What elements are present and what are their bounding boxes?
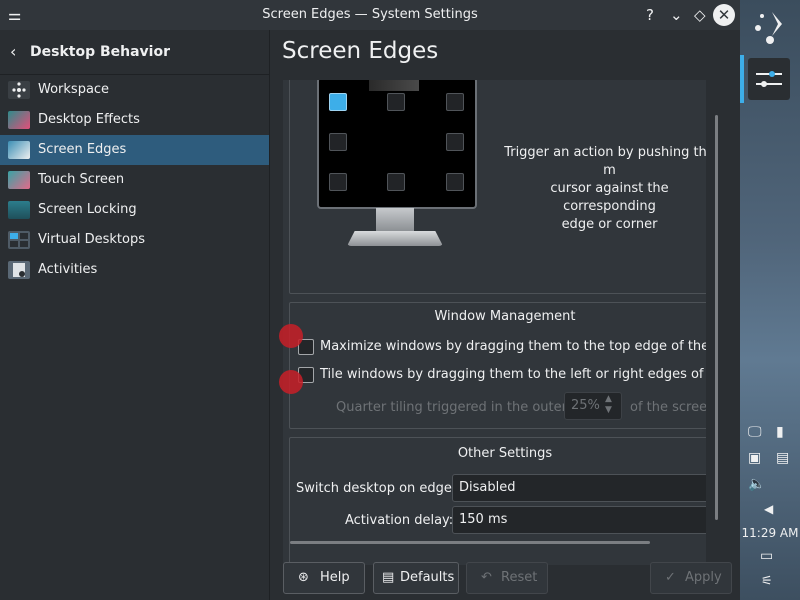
page-title: Screen Edges <box>282 38 439 64</box>
quarter-tiling-spinbox[interactable]: 25% ▲ ▼ <box>564 392 622 420</box>
show-desktop-icon[interactable]: ▭ <box>760 548 773 564</box>
virtual-desktops-icon <box>8 231 30 249</box>
switch-desktop-dropdown[interactable]: Disabled <box>452 474 706 502</box>
edge-top-left[interactable] <box>329 93 347 111</box>
chevron-left-icon: ‹ <box>10 42 17 61</box>
plasma-panel: 🖵 ▮ ▣ ▤ 🔈 ◀ 11:29 AM ▭ ⚟ <box>740 0 800 600</box>
reset-button-label: Reset <box>501 570 538 585</box>
window-management-group: Window Management Maximize windows by dr… <box>289 302 706 429</box>
monitor-neck <box>376 208 414 232</box>
defaults-button[interactable]: ▤ Defaults <box>373 562 459 594</box>
other-settings-title: Other Settings <box>457 446 553 461</box>
sidebar-item-screen-edges[interactable]: Screen Edges <box>0 135 269 165</box>
activation-delay-spinbox[interactable]: 150 ms <box>452 506 706 534</box>
sidebar-item-screen-locking[interactable]: Screen Locking <box>0 195 269 225</box>
workspace-icon <box>8 81 30 99</box>
apply-button-label: Apply <box>685 570 722 585</box>
sidebar-item-label: Desktop Effects <box>38 112 140 127</box>
sidebar-item-label: Workspace <box>38 82 110 97</box>
touch-screen-icon <box>8 171 30 189</box>
keep-above-icon[interactable]: ◇ <box>694 6 706 24</box>
system-settings-task[interactable] <box>748 58 790 100</box>
horizontal-scrollbar[interactable] <box>290 541 650 544</box>
display-config-icon[interactable]: 🖵 <box>748 424 762 440</box>
help-lifebuoy-icon: ⊛ <box>298 570 309 585</box>
sidebar-category-title: Desktop Behavior <box>30 44 170 60</box>
title-bar: ⚌ Screen Edges — System Settings ? ⌄ ◇ ✕ <box>0 0 740 30</box>
spin-arrows-icon[interactable]: ▲ ▼ <box>605 394 612 416</box>
minimize-icon[interactable]: ⌄ <box>670 6 683 24</box>
vertical-scrollbar[interactable] <box>715 115 718 520</box>
other-settings-group: Other Settings Switch desktop on edge: D… <box>289 437 706 565</box>
window-management-title: Window Management <box>434 309 576 324</box>
click-marker <box>279 324 303 348</box>
active-task-indicator <box>740 55 744 103</box>
defaults-button-label: Defaults <box>400 570 455 585</box>
edge-bottom-right[interactable] <box>446 173 464 191</box>
edge-bottom[interactable] <box>387 173 405 191</box>
monitor-preview <box>317 80 477 209</box>
sidebar-item-label: Screen Locking <box>38 202 137 217</box>
edge-right[interactable] <box>446 133 464 151</box>
vault-icon[interactable]: ▣ <box>748 450 761 466</box>
sidebar-nav: Workspace Desktop Effects Screen Edges T… <box>0 75 269 285</box>
volume-icon[interactable]: 🔈 <box>748 476 765 492</box>
sidebar-item-label: Activities <box>38 262 98 277</box>
sidebar-item-activities[interactable]: Activities <box>0 255 269 285</box>
activation-delay-label: Activation delay: <box>345 513 454 528</box>
edge-left[interactable] <box>329 133 347 151</box>
sidebar-item-label: Touch Screen <box>38 172 125 187</box>
screen-edges-description: Trigger an action by pushing the m curso… <box>504 145 706 232</box>
sidebar-item-label: Virtual Desktops <box>38 232 145 247</box>
reset-button[interactable]: ↶ Reset <box>466 562 548 594</box>
defaults-document-icon: ▤ <box>382 570 395 585</box>
checkmark-icon: ✓ <box>665 570 676 585</box>
switch-desktop-label: Switch desktop on edge: <box>296 481 457 496</box>
sidebar-item-desktop-effects[interactable]: Desktop Effects <box>0 105 269 135</box>
undo-icon: ↶ <box>481 570 492 585</box>
help-icon[interactable]: ? <box>646 6 654 24</box>
edge-bottom-left[interactable] <box>329 173 347 191</box>
tile-label[interactable]: Tile windows by dragging them to the lef… <box>320 367 706 382</box>
back-button[interactable]: ‹ Desktop Behavior <box>0 30 269 74</box>
screen-edges-icon <box>8 141 30 159</box>
sidebar-item-workspace[interactable]: Workspace <box>0 75 269 105</box>
sidebar: ‹ Desktop Behavior Workspace Desktop Eff… <box>0 30 270 600</box>
sidebar-item-touch-screen[interactable]: Touch Screen <box>0 165 269 195</box>
panel-settings-icon[interactable]: ⚟ <box>761 574 773 589</box>
scroll-area[interactable]: Trigger an action by pushing the m curso… <box>283 80 706 565</box>
switch-desktop-value: Disabled <box>459 480 516 495</box>
desktop-effects-icon <box>8 111 30 129</box>
sidebar-item-virtual-desktops[interactable]: Virtual Desktops <box>0 225 269 255</box>
activities-icon <box>8 261 30 279</box>
help-button-label: Help <box>320 570 350 585</box>
help-button[interactable]: ⊛ Help <box>283 562 365 594</box>
close-icon[interactable]: ✕ <box>713 4 735 26</box>
window-title: Screen Edges — System Settings <box>262 7 478 22</box>
edge-top-right[interactable] <box>446 93 464 111</box>
usb-device-icon[interactable]: ▮ <box>776 424 784 440</box>
apply-button[interactable]: ✓ Apply <box>650 562 732 594</box>
clipboard-icon[interactable]: ▤ <box>776 450 789 466</box>
sidebar-item-label: Screen Edges <box>38 142 127 157</box>
main-content: Screen Edges Trigger an action by pushin… <box>270 30 740 600</box>
quarter-tiling-label: Quarter tiling triggered in the outer <box>336 400 567 415</box>
system-settings-icon <box>756 71 782 87</box>
edge-top[interactable] <box>387 93 405 111</box>
click-marker <box>279 370 303 394</box>
quarter-tiling-suffix: of the screen <box>630 400 706 415</box>
application-launcher-icon[interactable] <box>748 6 790 46</box>
quarter-tiling-value: 25% <box>571 398 600 413</box>
monitor-reflection <box>369 80 419 91</box>
activation-delay-value: 150 ms <box>459 512 508 527</box>
monitor-stand <box>347 231 443 246</box>
screen-locking-icon <box>8 201 30 219</box>
screen-edges-group: Trigger an action by pushing the m curso… <box>289 80 706 294</box>
maximize-label[interactable]: Maximize windows by dragging them to the… <box>320 339 706 354</box>
expand-tray-icon[interactable]: ◀ <box>764 502 773 516</box>
clock[interactable]: 11:29 AM <box>740 526 800 540</box>
